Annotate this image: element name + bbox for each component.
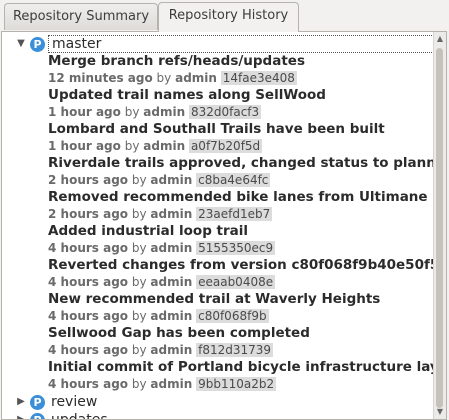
commit-by: by bbox=[124, 139, 140, 153]
branch-label: review bbox=[51, 394, 98, 410]
commit-author: admin bbox=[150, 241, 193, 255]
commit-by: by bbox=[156, 71, 172, 85]
tab-repository-summary[interactable]: Repository Summary bbox=[4, 3, 158, 30]
branch-label: master bbox=[48, 35, 434, 53]
commit-hash: c80f068f9b bbox=[196, 309, 269, 323]
scroll-up-icon[interactable]: ▲ bbox=[434, 33, 446, 45]
commit-author: admin bbox=[143, 105, 186, 119]
commit-time: 1 hour ago bbox=[48, 105, 121, 119]
commit-time: 4 hours ago bbox=[48, 241, 129, 255]
commit-title: Merge branch refs/heads/updates bbox=[48, 53, 305, 69]
commit-by: by bbox=[131, 241, 147, 255]
commit-title: New recommended trail at Waverly Heights bbox=[48, 291, 381, 307]
commit-time: 1 hour ago bbox=[48, 139, 121, 153]
commit-time: 4 hours ago bbox=[48, 343, 129, 357]
commit-by: by bbox=[131, 173, 147, 187]
commit-title: Updated trail names along SellWood bbox=[48, 87, 326, 103]
commit-by: by bbox=[131, 343, 147, 357]
commit-hash: f812d31739 bbox=[196, 343, 274, 357]
commit-meta: 4 hours ago by admin f812d31739 bbox=[48, 343, 274, 357]
commit-meta: 4 hours ago by admin eeaab0408e bbox=[48, 275, 276, 289]
commit-meta: 4 hours ago by admin c80f068f9b bbox=[48, 309, 269, 323]
commit-title: Initial commit of Portland bicycle infra… bbox=[48, 359, 434, 375]
commit-hash: a0f7b20f5d bbox=[188, 139, 263, 153]
tab-repository-history[interactable]: Repository History bbox=[158, 2, 299, 32]
expand-arrow-icon[interactable]: ▶ bbox=[14, 413, 28, 419]
expand-arrow-icon[interactable]: ▶ bbox=[14, 395, 28, 409]
commit-title: Sellwood Gap has been completed bbox=[48, 325, 310, 341]
commit-meta: 4 hours ago by admin 9bb110a2b2 bbox=[48, 377, 277, 391]
commit-hash: eeaab0408e bbox=[196, 275, 276, 289]
vertical-scrollbar[interactable]: ▲ ▼ bbox=[433, 32, 446, 419]
commit-by: by bbox=[131, 207, 147, 221]
commit-title: Removed recommended bike lanes from Ulti… bbox=[48, 189, 434, 205]
commit-meta: 1 hour ago by admin a0f7b20f5d bbox=[48, 139, 263, 153]
commit-time: 12 minutes ago bbox=[48, 71, 153, 85]
commit-author: admin bbox=[150, 309, 193, 323]
commit-time: 4 hours ago bbox=[48, 377, 129, 391]
commit-author: admin bbox=[143, 139, 186, 153]
branch-icon: P bbox=[30, 395, 45, 410]
branch-icon: P bbox=[30, 413, 45, 419]
commit-author: admin bbox=[150, 173, 193, 187]
commit-author: admin bbox=[150, 275, 193, 289]
commit-by: by bbox=[124, 105, 140, 119]
commit-meta: 2 hours ago by admin c8ba4e64fc bbox=[48, 173, 271, 187]
commit-by: by bbox=[131, 275, 147, 289]
commit-hash: c8ba4e64fc bbox=[196, 173, 271, 187]
scrollbar-thumb[interactable] bbox=[436, 48, 443, 408]
commit-hash: 9bb110a2b2 bbox=[196, 377, 277, 391]
branch-label: updates bbox=[51, 412, 108, 419]
commit-hash: 23aefd1eb7 bbox=[196, 207, 273, 221]
commit-author: admin bbox=[150, 207, 193, 221]
commit-meta: 1 hour ago by admin 832d0facf3 bbox=[48, 105, 262, 119]
history-tree: ▼ P master Merge branch refs/heads/updat… bbox=[2, 32, 434, 419]
commit-by: by bbox=[131, 309, 147, 323]
commit-meta: 4 hours ago by admin 5155350ec9 bbox=[48, 241, 276, 255]
commit-meta: 12 minutes ago by admin 14fae3e408 bbox=[48, 71, 297, 85]
commit-by: by bbox=[131, 377, 147, 391]
commit-title: Lombard and Southall Trails have been bu… bbox=[48, 121, 385, 137]
commit-meta-row[interactable]: 4 hours ago by admin 9bb110a2b2 bbox=[2, 375, 434, 395]
commit-title: Reverted changes from version c80f068f9b… bbox=[48, 257, 434, 273]
commit-time: 2 hours ago bbox=[48, 207, 129, 221]
expand-arrow-icon[interactable]: ▼ bbox=[14, 37, 28, 51]
commit-time: 4 hours ago bbox=[48, 309, 129, 323]
commit-title: Added industrial loop trail bbox=[48, 223, 249, 239]
commit-author: admin bbox=[175, 71, 217, 85]
commit-hash: 832d0facf3 bbox=[188, 105, 262, 119]
commit-time: 4 hours ago bbox=[48, 275, 129, 289]
commit-hash: 5155350ec9 bbox=[196, 241, 276, 255]
branch-icon: P bbox=[30, 37, 45, 52]
tab-bar: Repository Summary Repository History bbox=[0, 0, 449, 32]
commit-title: Riverdale trails approved, changed statu… bbox=[48, 155, 434, 171]
commit-author: admin bbox=[150, 377, 193, 391]
history-panel: ▼ P master Merge branch refs/heads/updat… bbox=[1, 31, 447, 420]
commit-meta: 2 hours ago by admin 23aefd1eb7 bbox=[48, 207, 273, 221]
branch-row-updates[interactable]: ▶ P updates bbox=[2, 411, 434, 419]
commit-author: admin bbox=[150, 343, 193, 357]
commit-hash: 14fae3e408 bbox=[220, 71, 297, 85]
scroll-down-icon[interactable]: ▼ bbox=[434, 406, 446, 418]
branch-row-review[interactable]: ▶ P review bbox=[2, 393, 434, 413]
commit-time: 2 hours ago bbox=[48, 173, 129, 187]
